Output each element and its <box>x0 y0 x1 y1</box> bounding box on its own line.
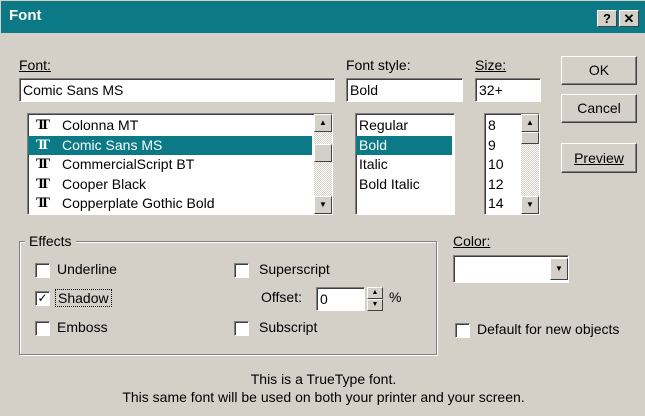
size-scroll-up-icon[interactable]: ▲ <box>521 114 539 132</box>
subscript-checkbox[interactable] <box>234 321 249 336</box>
font-list[interactable]: TT Colonna MT TT Comic Sans MS TT CommercialS… <box>27 113 333 215</box>
font-style-input[interactable]: Bold <box>346 78 463 102</box>
truetype-icon: TT <box>36 117 50 133</box>
size-list-item[interactable]: 9 <box>485 136 519 155</box>
font-label: Font: <box>19 57 51 73</box>
close-icon: ✕ <box>623 11 635 26</box>
close-button[interactable]: ✕ <box>619 10 639 27</box>
size-input[interactable]: 32+ <box>475 78 541 102</box>
subscript-label: Subscript <box>259 319 318 335</box>
font-list-item[interactable]: TT Colonna MT <box>28 116 312 135</box>
spin-down-icon[interactable]: ▼ <box>367 299 383 311</box>
size-list-item[interactable]: 14 <box>485 194 519 213</box>
check-icon: ✓ <box>37 291 48 305</box>
shadow-label: Shadow <box>55 289 112 307</box>
default-for-new-label: Default for new objects <box>477 321 620 337</box>
offset-unit: % <box>389 289 402 305</box>
offset-label: Offset: <box>261 289 302 305</box>
offset-spinner[interactable]: ▲ ▼ <box>367 287 383 311</box>
size-label: Size: <box>475 57 506 73</box>
truetype-icon: TT <box>36 136 50 153</box>
size-list[interactable]: 8 9 10 12 14 ▲ ▼ <box>484 113 540 215</box>
size-list-item[interactable]: 8 <box>485 116 519 135</box>
color-label: Color: <box>453 233 490 249</box>
underline-checkbox[interactable] <box>35 263 50 278</box>
font-list-scrollbar[interactable]: ▲ ▼ <box>314 114 332 214</box>
window-title: Font <box>9 7 42 24</box>
size-list-item[interactable]: 10 <box>485 155 519 174</box>
truetype-icon: TT <box>36 175 50 192</box>
font-style-list-item[interactable]: Italic <box>356 155 452 174</box>
info-line-2: This same font will be used on both your… <box>122 389 525 405</box>
help-button[interactable]: ? <box>597 10 617 27</box>
info-line-1: This is a TrueType font. <box>250 371 397 387</box>
default-for-new-checkbox[interactable] <box>455 323 470 338</box>
font-list-item-label: Copperplate Gothic Bold <box>62 195 215 211</box>
size-scroll-down-icon[interactable]: ▼ <box>521 196 539 214</box>
font-style-list-item[interactable]: Regular <box>356 116 452 135</box>
size-list-item[interactable]: 12 <box>485 175 519 194</box>
font-style-list[interactable]: Regular Bold Italic Bold Italic <box>355 113 455 215</box>
preview-button-label: Preview <box>574 150 624 166</box>
superscript-label: Superscript <box>259 261 330 277</box>
font-list-item-label: Colonna MT <box>62 117 139 133</box>
chevron-down-icon[interactable]: ▼ <box>550 258 568 280</box>
scroll-up-icon[interactable]: ▲ <box>314 114 332 132</box>
underline-label: Underline <box>57 261 117 277</box>
font-list-item-label: CommercialScript BT <box>62 156 195 172</box>
offset-input[interactable]: 0 <box>316 287 365 311</box>
font-list-item[interactable]: TT Comic Sans MS <box>28 135 312 155</box>
font-style-list-item[interactable]: Bold Italic <box>356 175 452 194</box>
color-dropdown[interactable]: ▼ <box>453 255 569 283</box>
font-list-item[interactable]: TT Copperplate Gothic Bold <box>28 194 312 213</box>
title-bar[interactable]: Font ? ✕ <box>1 1 645 33</box>
emboss-label: Emboss <box>57 319 108 335</box>
font-dialog: Font ? ✕ Font: Comic Sans MS TT Colonna M… <box>0 0 645 416</box>
preview-button[interactable]: Preview <box>561 143 637 173</box>
size-label-text: Size: <box>475 57 507 73</box>
effects-label: Effects <box>25 233 76 249</box>
font-input[interactable]: Comic Sans MS <box>19 78 335 102</box>
font-list-item-label: Cooper Black <box>62 175 147 192</box>
font-label-text: Font: <box>19 57 51 73</box>
font-style-label-text: Font style: <box>346 57 411 73</box>
size-list-scrollbar[interactable]: ▲ ▼ <box>521 114 539 214</box>
truetype-icon: TT <box>36 156 50 172</box>
spin-up-icon[interactable]: ▲ <box>367 287 383 299</box>
superscript-checkbox[interactable] <box>234 263 249 278</box>
scroll-thumb[interactable] <box>314 144 332 162</box>
emboss-checkbox[interactable] <box>35 321 50 336</box>
color-label-text: Color: <box>453 233 491 249</box>
cancel-button[interactable]: Cancel <box>561 94 637 123</box>
font-list-item-label: Comic Sans MS <box>62 136 163 153</box>
font-list-item[interactable]: TT Cooper Black <box>28 175 312 194</box>
font-style-list-item[interactable]: Bold <box>356 135 452 155</box>
scroll-down-icon[interactable]: ▼ <box>314 196 332 214</box>
font-style-label: Font style: <box>346 57 411 73</box>
truetype-icon: TT <box>36 195 50 211</box>
font-list-item[interactable]: TT CommercialScript BT <box>28 155 312 174</box>
ok-button[interactable]: OK <box>561 56 637 85</box>
size-scroll-thumb[interactable] <box>521 132 539 144</box>
shadow-checkbox[interactable]: ✓ <box>35 291 50 306</box>
